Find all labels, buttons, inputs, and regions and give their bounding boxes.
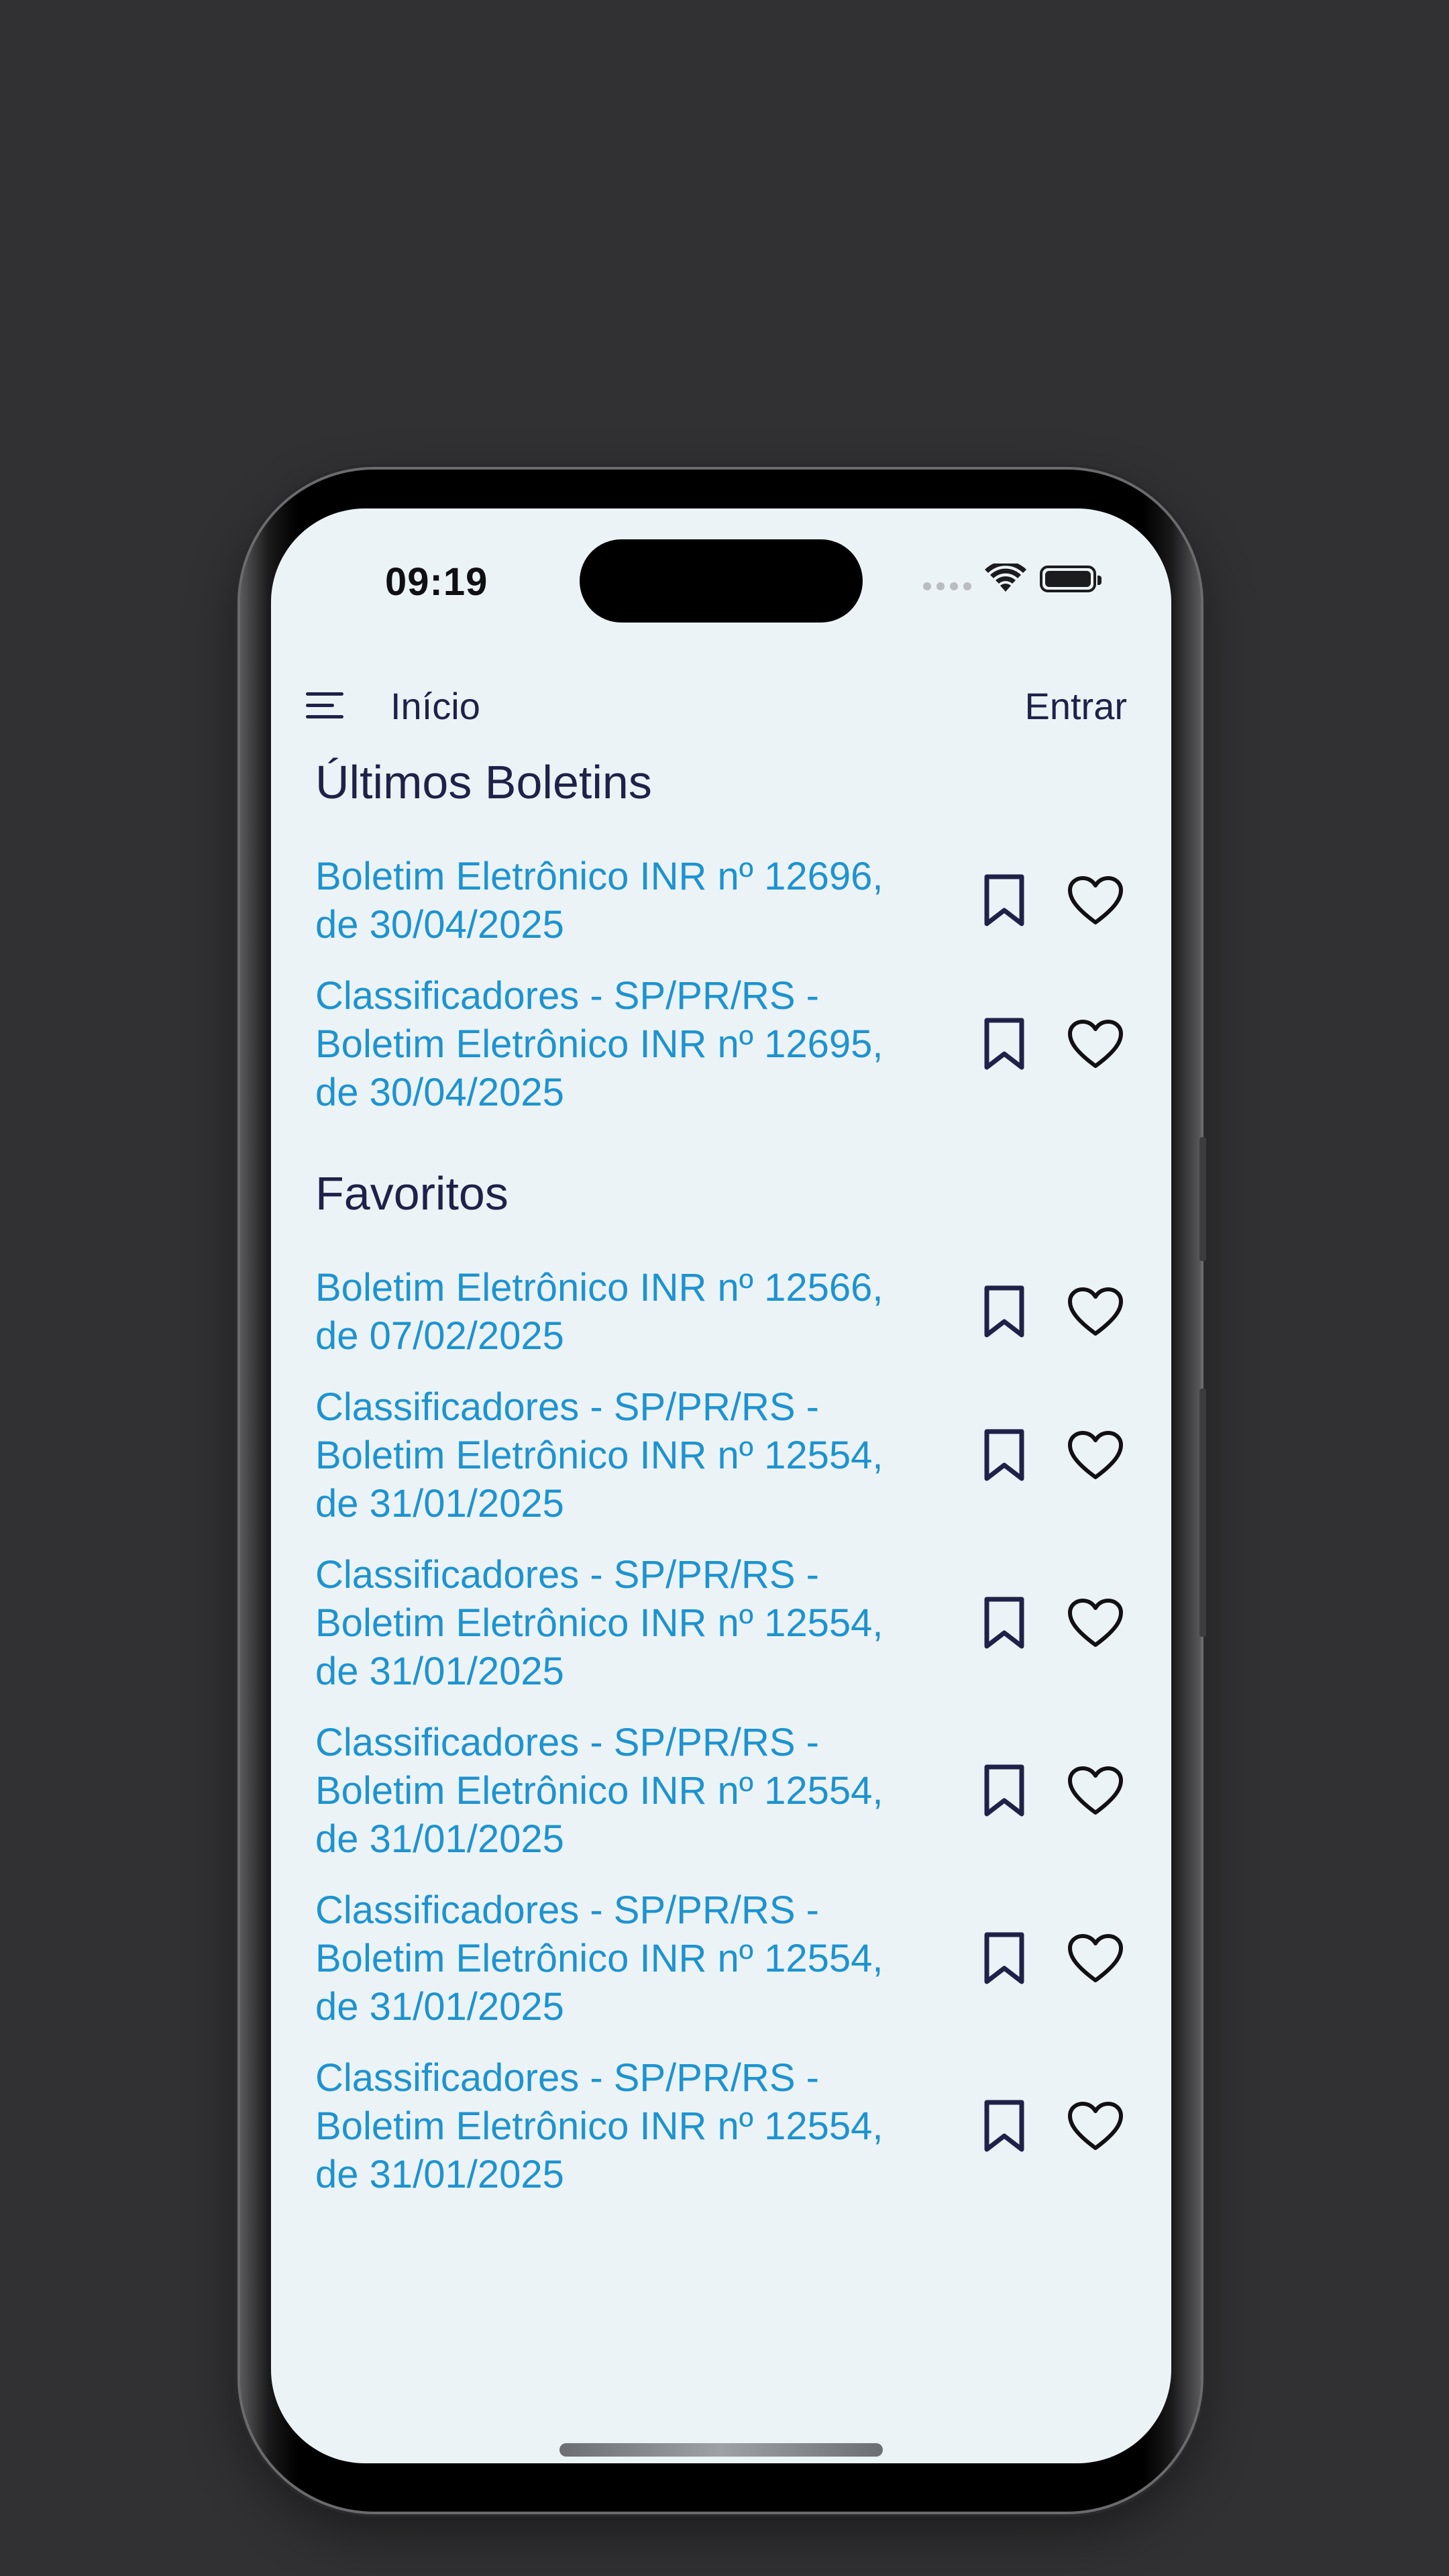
heart-icon[interactable] xyxy=(1065,1282,1126,1342)
bookmark-icon[interactable] xyxy=(974,2096,1034,2157)
bulletin-link-text: Boletim Eletrônico INR nº 12554, xyxy=(315,2104,883,2148)
heart-icon[interactable] xyxy=(1065,1426,1126,1486)
heart-icon[interactable] xyxy=(1065,1761,1126,1821)
bulletin-link-text: de 30/04/2025 xyxy=(315,1071,564,1114)
bulletin-link-text: de 31/01/2025 xyxy=(315,2153,564,2196)
bookmark-icon[interactable] xyxy=(974,1282,1034,1342)
bookmark-icon[interactable] xyxy=(974,1426,1034,1486)
bulletin-link-text: de 31/01/2025 xyxy=(315,1985,564,2029)
battery-icon xyxy=(1040,566,1102,592)
bulletin-link-text: Classificadores - SP/PR/RS - xyxy=(315,1888,819,1932)
bulletin-link-text: Classificadores - SP/PR/RS - xyxy=(315,1553,819,1597)
bulletin-link[interactable]: Classificadores - SP/PR/RS - Boletim Elet… xyxy=(315,1383,919,1528)
bulletin-link-text: Boletim Eletrônico INR nº 12554, xyxy=(315,1434,883,1477)
bulletin-link-text: de 31/01/2025 xyxy=(315,1817,564,1861)
bulletin-link-text: de 31/01/2025 xyxy=(315,1650,564,1693)
page-title: Início xyxy=(390,685,480,727)
bulletin-link[interactable]: Classificadores - SP/PR/RS - Boletim Elet… xyxy=(315,1551,919,1696)
cellular-signal-icon xyxy=(923,582,971,590)
status-indicators xyxy=(923,564,1102,594)
heart-icon[interactable] xyxy=(1065,1014,1126,1075)
bulletin-link-text: Boletim Eletrônico INR nº 12554, xyxy=(315,1769,883,1813)
bookmark-icon[interactable] xyxy=(974,1014,1034,1075)
bulletin-link-text: Boletim Eletrônico INR nº 12566, xyxy=(315,1266,883,1309)
bookmark-icon[interactable] xyxy=(974,1593,1034,1654)
status-time: 09:19 xyxy=(385,560,488,604)
bulletin-link-text: Boletim Eletrônico INR nº 12554, xyxy=(315,1937,883,1980)
bulletin-link-text: Classificadores - SP/PR/RS - xyxy=(315,2056,819,2100)
home-indicator[interactable] xyxy=(559,2443,883,2457)
bulletin-link-text: de 31/01/2025 xyxy=(315,1482,564,1525)
heart-icon[interactable] xyxy=(1065,2096,1126,2157)
bulletin-link[interactable]: Boletim Eletrônico INR nº 12696, de 30/04… xyxy=(315,853,919,949)
bulletin-link-text: Classificadores - SP/PR/RS - xyxy=(315,1721,819,1764)
login-button[interactable]: Entrar xyxy=(1025,684,1128,728)
bulletin-link[interactable]: Classificadores - SP/PR/RS - Boletim Elet… xyxy=(315,2054,919,2199)
bulletin-link-text: Boletim Eletrônico INR nº 12695, xyxy=(315,1022,883,1066)
bulletin-link-text: Boletim Eletrônico INR nº 12696, xyxy=(315,855,883,898)
bulletin-link-text: Classificadores - SP/PR/RS - xyxy=(315,1385,819,1429)
top-nav-bar: Início Entrar xyxy=(271,656,1171,757)
app-screen: 09:19 Início Entrar Últimos Boletins Bole… xyxy=(271,508,1171,2463)
heart-icon[interactable] xyxy=(1065,1929,1126,1989)
bulletin-link[interactable]: Classificadores - SP/PR/RS - Boletim Elet… xyxy=(315,1719,919,1864)
bookmark-icon[interactable] xyxy=(974,871,1034,931)
section-title: Últimos Boletins xyxy=(315,756,652,808)
section-title: Favoritos xyxy=(315,1167,508,1220)
heart-icon[interactable] xyxy=(1065,1593,1126,1654)
bookmark-icon[interactable] xyxy=(974,1929,1034,1989)
hamburger-menu-icon[interactable] xyxy=(303,687,346,724)
wifi-icon xyxy=(985,564,1026,592)
bulletin-link[interactable]: Classificadores - SP/PR/RS - Boletim Elet… xyxy=(315,1886,919,2031)
bulletin-link[interactable]: Boletim Eletrônico INR nº 12566, de 07/02… xyxy=(315,1264,919,1360)
power-button xyxy=(1199,1389,1206,1637)
dynamic-island xyxy=(580,539,863,623)
heart-icon[interactable] xyxy=(1065,871,1126,931)
bulletin-link[interactable]: Classificadores - SP/PR/RS - Boletim Elet… xyxy=(315,972,919,1117)
bulletin-link-text: de 07/02/2025 xyxy=(315,1314,564,1358)
bookmark-icon[interactable] xyxy=(974,1761,1034,1821)
action-button xyxy=(1199,1137,1206,1261)
bulletin-link-text: Boletim Eletrônico INR nº 12554, xyxy=(315,1601,883,1645)
bulletin-link-text: de 30/04/2025 xyxy=(315,903,564,947)
bulletin-link-text: Classificadores - SP/PR/RS - xyxy=(315,974,819,1018)
